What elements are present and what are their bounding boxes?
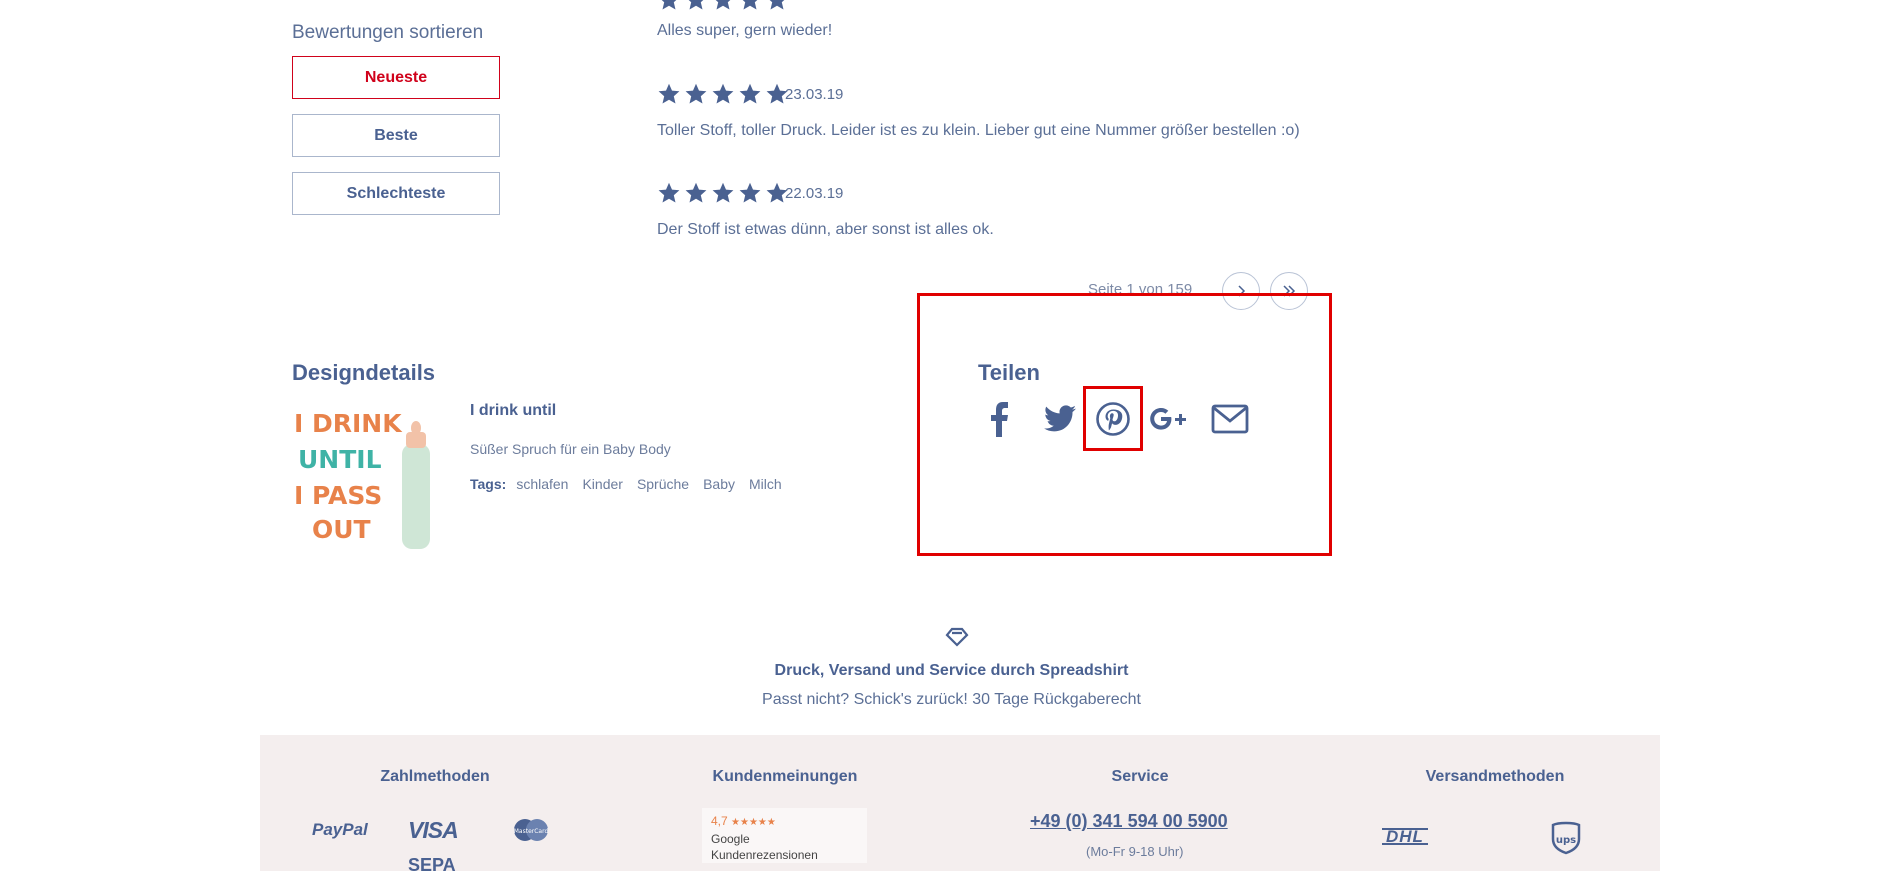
star-icon	[712, 182, 734, 203]
sort-title: Bewertungen sortieren	[292, 22, 484, 43]
dhl-logo: DHL	[1382, 828, 1428, 845]
star-icon	[658, 182, 680, 203]
star-icon	[685, 182, 707, 203]
share-title: Teilen	[978, 360, 1040, 385]
mastercard-logo: MasterCard	[511, 817, 551, 848]
tag-link[interactable]: Sprüche	[637, 476, 689, 492]
pinterest-highlight-box	[1083, 386, 1143, 451]
design-name[interactable]: I drink until	[470, 402, 556, 420]
artwork-line: I DRINK	[294, 409, 403, 438]
sort-newest-button[interactable]: Neueste	[292, 56, 500, 99]
ups-text: ups	[1556, 835, 1576, 846]
diamond-icon	[944, 626, 970, 653]
sort-worst-button[interactable]: Schlechteste	[292, 172, 500, 215]
design-description: Süßer Spruch für ein Baby Body	[470, 441, 671, 457]
footer	[260, 735, 1660, 871]
google-plus-icon[interactable]	[1147, 397, 1191, 441]
service-hours: (Mo-Fr 9-18 Uhr)	[1086, 844, 1184, 859]
service-title: Druck, Versand und Service durch Spreads…	[774, 662, 1129, 679]
star-icon	[739, 182, 761, 203]
paypal-logo: PayPal	[312, 820, 368, 839]
ups-logo: ups	[1551, 821, 1581, 860]
review-date: 22.03.19	[785, 185, 844, 202]
rating-label: Kundenrezensionen	[711, 848, 818, 862]
payment-methods-title: Zahlmethoden	[380, 768, 490, 785]
sort-best-button[interactable]: Beste	[292, 114, 500, 157]
service-footer-title: Service	[1111, 768, 1169, 785]
email-icon[interactable]	[1208, 397, 1252, 441]
design-tags: Tags: schlafen Kinder Sprüche Baby Milch	[470, 476, 782, 492]
star-icon	[688, 0, 704, 10]
sepa-logo: SEPA	[408, 855, 456, 875]
star-icon	[739, 83, 761, 104]
review-stars	[657, 82, 789, 106]
star-icon	[715, 0, 731, 10]
review-stars	[657, 0, 789, 12]
shipping-methods-title: Versandmethoden	[1425, 768, 1565, 785]
review-stars	[657, 181, 789, 205]
tag-link[interactable]: schlafen	[516, 476, 568, 492]
star-icon	[742, 0, 758, 10]
twitter-icon[interactable]	[1038, 397, 1082, 441]
review-text: Alles super, gern wieder!	[657, 22, 833, 39]
tag-link[interactable]: Kinder	[582, 476, 622, 492]
rating-source: Google	[711, 832, 750, 846]
review-text: Toller Stoff, toller Druck. Leider ist e…	[657, 122, 1300, 139]
phone-link[interactable]: +49 (0) 341 594 00 5900	[1030, 811, 1228, 832]
reviews-title: Kundenmeinungen	[712, 768, 858, 785]
star-icon	[769, 0, 785, 10]
design-details-title: Designdetails	[292, 360, 436, 385]
star-icon	[685, 83, 707, 104]
google-reviews-badge[interactable]: 4,7 ★★★★★ Google Kundenrezensionen	[702, 808, 867, 863]
service-subtitle: Passt nicht? Schick's zurück! 30 Tage Rü…	[762, 691, 1141, 708]
star-icon	[661, 0, 677, 10]
tag-link[interactable]: Milch	[749, 476, 782, 492]
tags-label: Tags:	[470, 476, 507, 492]
star-icon	[658, 83, 680, 104]
artwork-line: UNTIL	[298, 445, 382, 474]
review-text: Der Stoff ist etwas dünn, aber sonst ist…	[657, 221, 994, 238]
design-artwork[interactable]: I DRINK UNTIL I PASS OUT	[292, 404, 444, 552]
artwork-line: OUT	[312, 515, 371, 544]
facebook-icon[interactable]	[977, 397, 1021, 441]
star-icon	[712, 83, 734, 104]
mastercard-text: MasterCard	[514, 828, 549, 835]
artwork-line: I PASS	[294, 481, 382, 510]
visa-logo: VISA	[408, 817, 459, 843]
review-date: 23.03.19	[785, 86, 844, 103]
rating-value: 4,7	[711, 814, 728, 828]
rating-stars-icon: ★★★★★	[731, 817, 776, 828]
tag-link[interactable]: Baby	[703, 476, 735, 492]
